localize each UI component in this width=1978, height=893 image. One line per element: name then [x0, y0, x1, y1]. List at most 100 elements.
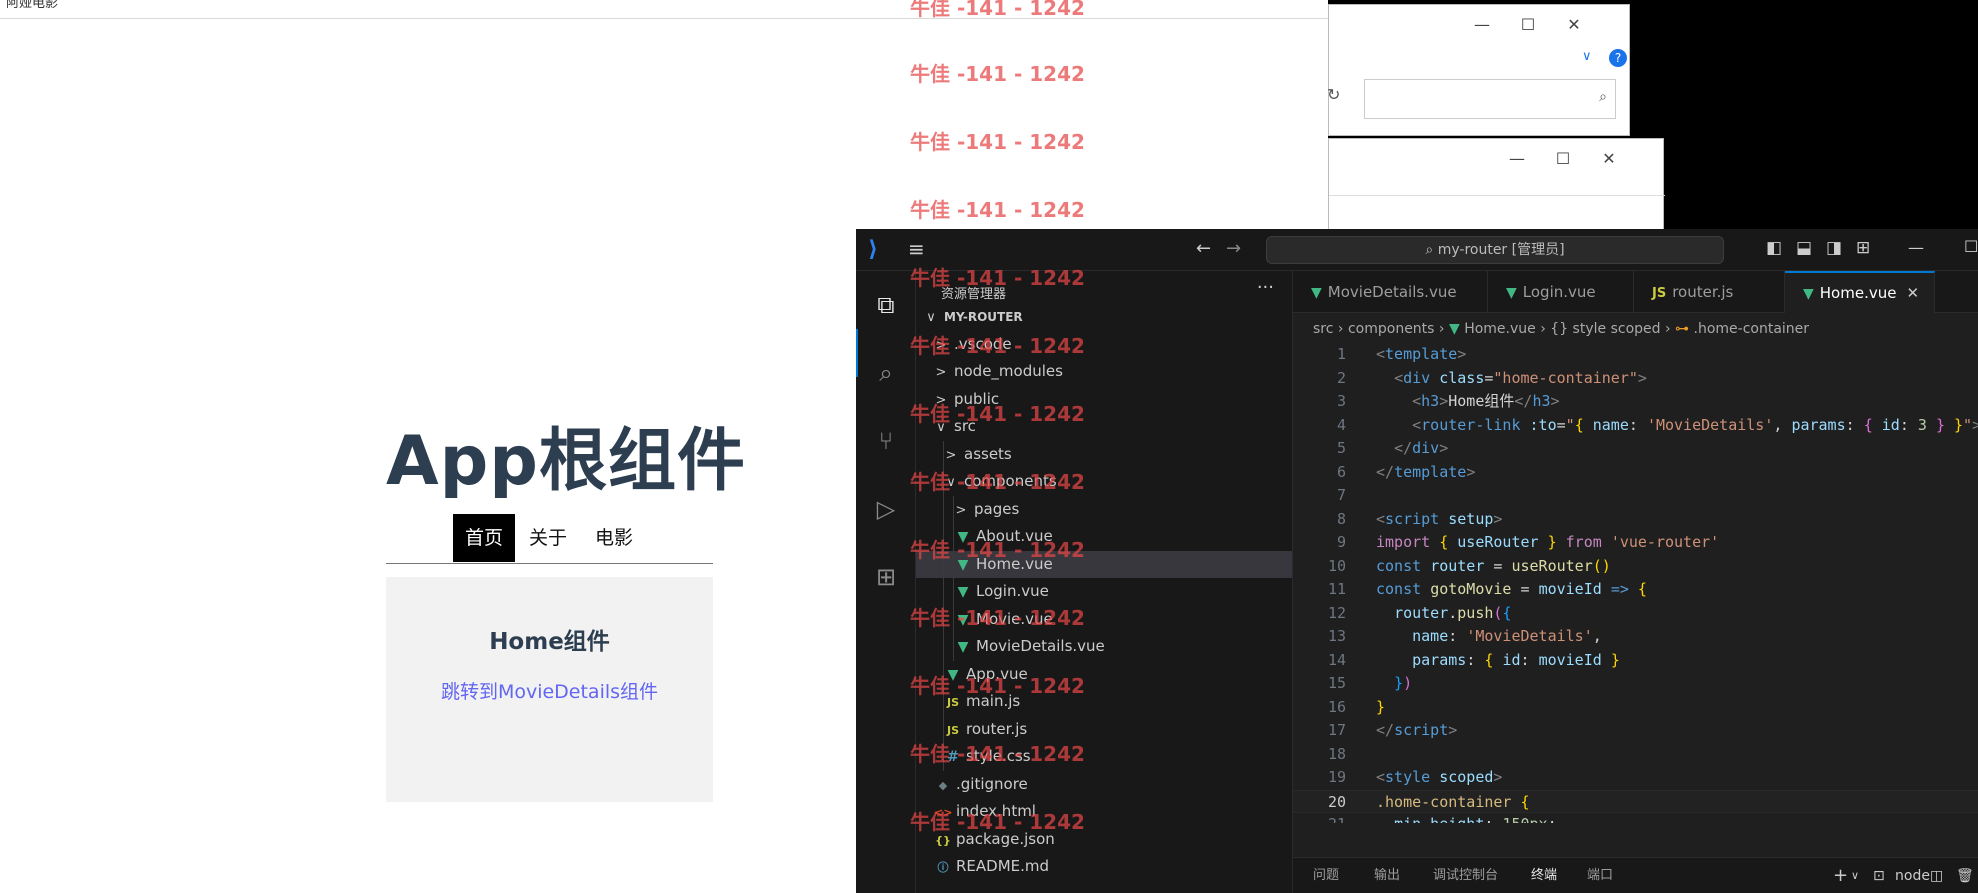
- breadcrumb-item[interactable]: src: [1313, 321, 1333, 337]
- search-input[interactable]: ⌕: [1364, 79, 1616, 119]
- tab-home[interactable]: ▼ Home.vue ✕: [1785, 271, 1935, 313]
- tree-folder[interactable]: > pages: [916, 496, 1292, 523]
- search-icon[interactable]: ⌕: [868, 355, 904, 391]
- explorer-icon[interactable]: ⧉: [868, 287, 904, 323]
- chevron-down-icon[interactable]: ∨: [1851, 858, 1859, 893]
- tree-folder[interactable]: > assets: [916, 441, 1292, 468]
- tree-file[interactable]: {} package.json: [916, 826, 1292, 853]
- code-line[interactable]: 3 <h3>Home组件</h3>: [1293, 390, 1978, 414]
- code-line[interactable]: 1 <template>: [1293, 343, 1978, 367]
- new-terminal-icon[interactable]: +: [1833, 858, 1848, 893]
- tree-folder[interactable]: ∨ components: [916, 468, 1292, 495]
- code-line[interactable]: 21 min-height: 150px;: [1293, 813, 1978, 823]
- toggle-panel-icon[interactable]: ⬓: [1796, 238, 1812, 258]
- tree-file[interactable]: JS main.js: [916, 688, 1292, 715]
- movie-details-link[interactable]: 跳转到MovieDetails组件: [386, 677, 713, 704]
- code-line[interactable]: 7: [1293, 484, 1978, 508]
- code-line[interactable]: 18: [1293, 743, 1978, 767]
- tree-file[interactable]: ▼ Movie.vue: [916, 606, 1292, 633]
- panel-tab-problems[interactable]: 问题: [1313, 858, 1339, 893]
- code-line[interactable]: 10 const router = useRouter(): [1293, 555, 1978, 579]
- code-line[interactable]: 8 <script setup>: [1293, 508, 1978, 532]
- back-arrow-icon[interactable]: ←: [1196, 238, 1211, 259]
- minimize-icon[interactable]: —: [1908, 238, 1924, 257]
- forward-arrow-icon[interactable]: →: [1226, 238, 1241, 259]
- minimize-icon[interactable]: —: [1459, 5, 1505, 45]
- extensions-icon[interactable]: ⊞: [868, 559, 904, 595]
- close-icon[interactable]: ✕: [1586, 139, 1632, 179]
- toggle-secondary-sidebar-icon[interactable]: ◨: [1826, 238, 1842, 258]
- run-debug-icon[interactable]: ▷: [868, 491, 904, 527]
- panel-tab-output[interactable]: 输出: [1374, 858, 1400, 893]
- close-tab-icon[interactable]: ✕: [1906, 284, 1919, 302]
- tree-folder[interactable]: > public: [916, 386, 1292, 413]
- tree-file[interactable]: ◆ .gitignore: [916, 771, 1292, 798]
- code-line[interactable]: 13 name: 'MovieDetails',: [1293, 625, 1978, 649]
- panel-tab-ports[interactable]: 端口: [1587, 858, 1613, 893]
- panel-tab-terminal[interactable]: 终端: [1531, 858, 1557, 893]
- tab-moviedetails[interactable]: ▼ MovieDetails.vue: [1293, 271, 1488, 313]
- tree-file[interactable]: ▼ Login.vue: [916, 578, 1292, 605]
- code-line[interactable]: 20 .home-container {: [1293, 789, 1978, 813]
- nav-movie-link[interactable]: 电影: [595, 514, 633, 562]
- tree-root[interactable]: ∨ MY-ROUTER: [916, 303, 1292, 330]
- split-terminal-icon[interactable]: ◫: [1930, 858, 1943, 893]
- command-center-search[interactable]: ⌕ my-router [管理员]: [1266, 236, 1724, 264]
- more-actions-icon[interactable]: ···: [1257, 277, 1274, 298]
- minimize-icon[interactable]: —: [1494, 139, 1540, 179]
- code-token: {: [1439, 533, 1449, 551]
- tree-file[interactable]: ▼ Home.vue: [916, 550, 1292, 578]
- tab-login[interactable]: ▼ Login.vue: [1488, 271, 1634, 313]
- code-line[interactable]: 15 }): [1293, 672, 1978, 696]
- maximize-icon[interactable]: ☐: [1540, 139, 1586, 179]
- panel-tab-debug-console[interactable]: 调试控制台: [1433, 858, 1498, 893]
- tree-file[interactable]: ▼ MovieDetails.vue: [916, 633, 1292, 660]
- breadcrumb-item[interactable]: {} style scoped: [1550, 321, 1660, 337]
- code-line[interactable]: 4 <router-link :to="{ name: 'MovieDetail…: [1293, 414, 1978, 438]
- tree-file[interactable]: ▼ App.vue: [916, 661, 1292, 688]
- help-icon[interactable]: ?: [1609, 49, 1627, 67]
- close-icon[interactable]: ✕: [1551, 5, 1597, 45]
- breadcrumb-item[interactable]: Home.vue: [1464, 321, 1536, 337]
- tree-file[interactable]: JS router.js: [916, 716, 1292, 743]
- breadcrumb-item[interactable]: components: [1348, 321, 1435, 337]
- menu-icon[interactable]: ≡: [908, 237, 925, 261]
- nav-about-link[interactable]: 关于: [529, 514, 567, 562]
- code-line[interactable]: 12 router.push({: [1293, 602, 1978, 626]
- refresh-icon[interactable]: ↻: [1327, 85, 1340, 104]
- code-line[interactable]: 6 </template>: [1293, 461, 1978, 485]
- tab-router[interactable]: JS router.js: [1634, 271, 1785, 313]
- chevron-down-icon[interactable]: ∨: [1582, 49, 1592, 64]
- code-line[interactable]: 17 </script>: [1293, 719, 1978, 743]
- trash-icon[interactable]: 🗑: [1956, 858, 1974, 893]
- maximize-icon[interactable]: ☐: [1964, 237, 1978, 256]
- toggle-sidebar-icon[interactable]: ◧: [1766, 238, 1782, 258]
- code-token: :: [1448, 627, 1467, 645]
- code-line[interactable]: 14 params: { id: movieId }: [1293, 649, 1978, 673]
- tree-file[interactable]: # style.css: [916, 743, 1292, 770]
- breadcrumb-item[interactable]: .home-container: [1694, 321, 1810, 337]
- code-line[interactable]: 19 <style scoped>: [1293, 766, 1978, 790]
- tree-file[interactable]: <> index.html: [916, 798, 1292, 825]
- tree-folder[interactable]: > node_modules: [916, 358, 1292, 385]
- code-line[interactable]: 5 </div>: [1293, 437, 1978, 461]
- code-line[interactable]: 16}: [1293, 696, 1978, 720]
- tree-file[interactable]: ⓘ README.md: [916, 853, 1292, 880]
- code-line[interactable]: 2 <div class="home-container">: [1293, 367, 1978, 391]
- code-token: class: [1439, 368, 1485, 387]
- code-line[interactable]: 11 const gotoMovie = movieId => {: [1293, 578, 1978, 602]
- terminal-name[interactable]: node: [1895, 858, 1930, 893]
- tree-folder[interactable]: > .vscode: [916, 331, 1292, 358]
- maximize-icon[interactable]: ☐: [1505, 5, 1551, 45]
- customize-layout-icon[interactable]: ⊞: [1856, 238, 1870, 258]
- tree-folder[interactable]: ∨ src: [916, 413, 1292, 440]
- code-editor[interactable]: 1 <template> 2 <div class="home-container"…: [1293, 343, 1978, 823]
- code-token: :: [1628, 415, 1647, 434]
- source-control-icon[interactable]: ⑂: [868, 423, 904, 459]
- nav-home-link[interactable]: 首页: [453, 514, 516, 562]
- code-line[interactable]: 9 import { useRouter } from 'vue-router': [1293, 531, 1978, 555]
- tree-file[interactable]: ▼ About.vue: [916, 523, 1292, 550]
